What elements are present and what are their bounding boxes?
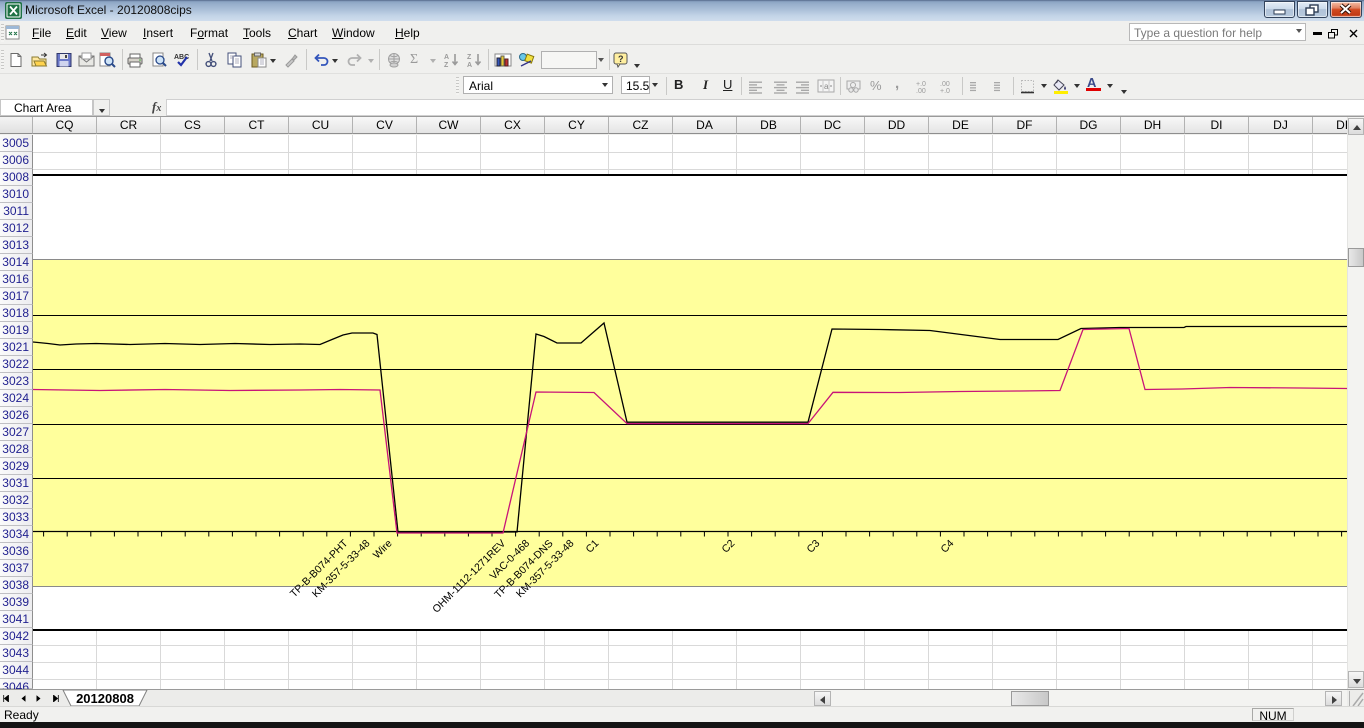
svg-text:?: ? bbox=[618, 54, 624, 64]
svg-text:+.0: +.0 bbox=[940, 88, 950, 93]
svg-text:A: A bbox=[467, 62, 472, 68]
svg-text:a: a bbox=[824, 82, 829, 91]
svg-text:Z: Z bbox=[444, 62, 449, 68]
svg-text:.00: .00 bbox=[940, 81, 950, 88]
svg-text:Z: Z bbox=[467, 54, 472, 61]
svg-text:A: A bbox=[444, 54, 449, 61]
svg-text:.00: .00 bbox=[916, 88, 926, 93]
svg-text:+.0: +.0 bbox=[916, 81, 926, 88]
svg-text:20120808: 20120808 bbox=[76, 691, 134, 706]
